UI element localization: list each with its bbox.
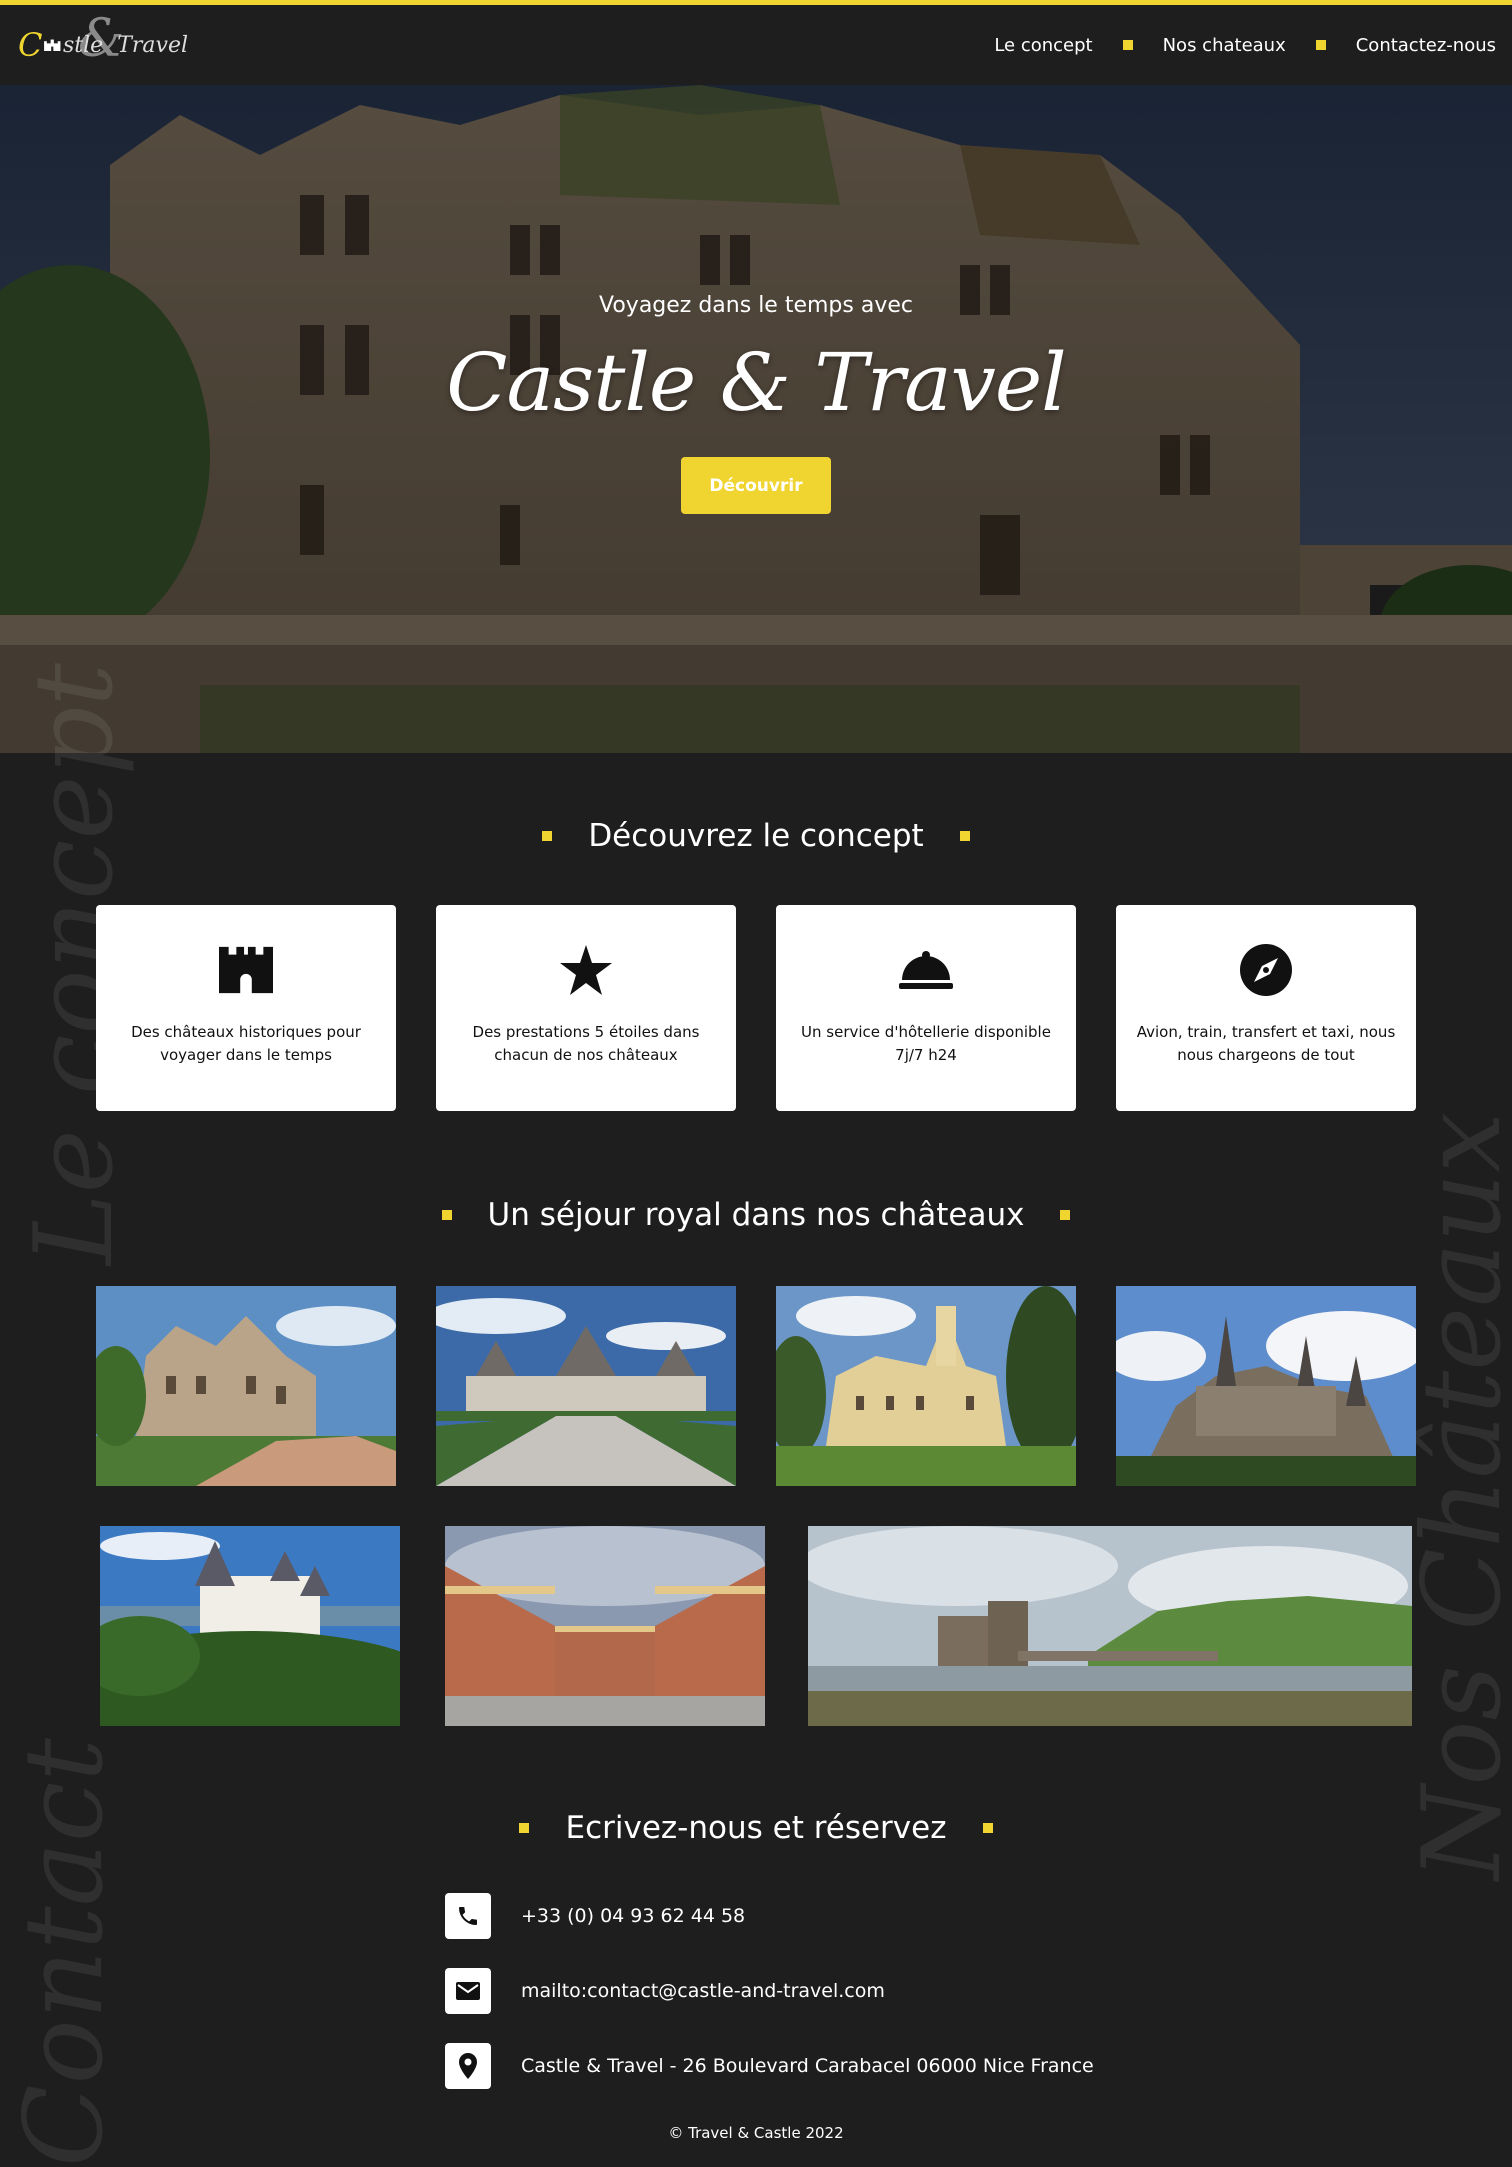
chateaux-section-title: Un séjour royal dans nos châteaux: [0, 1197, 1512, 1233]
compass-icon: [1239, 943, 1293, 997]
contact-address[interactable]: Castle & Travel - 26 Boulevard Carabacel…: [445, 2043, 1094, 2089]
concept-section-title: Découvrez le concept: [0, 818, 1512, 854]
logo-castle-icon: [44, 39, 61, 51]
concept-card-text: Des prestations 5 étoiles dans chacun de…: [472, 1023, 700, 1064]
concept-title: Découvrez le concept: [588, 818, 924, 854]
nav-link-contact[interactable]: Contactez-nous: [1356, 35, 1496, 56]
nav-link-chateaux[interactable]: Nos chateaux: [1163, 35, 1286, 56]
logo-text: stle: [63, 32, 104, 58]
castle-photo[interactable]: [1116, 1286, 1416, 1486]
title-marker: [1060, 1210, 1071, 1220]
star-icon: [559, 943, 613, 997]
site-header: C & stle Travel Le concept Nos chateaux …: [0, 0, 1512, 85]
discover-button[interactable]: Découvrir: [681, 457, 831, 514]
phone-number: +33 (0) 04 93 62 44 58: [521, 1905, 746, 1927]
watermark-contact: Contact: [2, 1738, 127, 2167]
nav-separator: [1315, 40, 1326, 50]
concept-card: Des châteaux historiques pour voyager da…: [96, 905, 396, 1111]
concept-cards: Des châteaux historiques pour voyager da…: [96, 905, 1416, 1111]
castle-photo[interactable]: [436, 1286, 736, 1486]
contact-section-title: Ecrivez-nous et réservez: [0, 1810, 1512, 1846]
title-marker: [959, 831, 970, 841]
contact-phone[interactable]: +33 (0) 04 93 62 44 58: [445, 1893, 745, 1939]
footer-copyright: © Travel & Castle 2022: [668, 2124, 844, 2142]
cloche-icon: [899, 943, 953, 997]
title-marker: [542, 831, 553, 841]
hero-content: Voyagez dans le temps avec Castle & Trav…: [0, 85, 1512, 753]
castle-icon: [219, 943, 273, 997]
title-marker: [441, 1210, 452, 1220]
concept-card-text: Avion, train, transfert et taxi, nous no…: [1136, 1023, 1396, 1064]
chateaux-title: Un séjour royal dans nos châteaux: [487, 1197, 1025, 1233]
location-pin-icon: [445, 2043, 491, 2089]
logo-text-travel: Travel: [117, 32, 188, 58]
contact-email[interactable]: mailto:contact@castle-and-travel.com: [445, 1968, 885, 2014]
mail-icon: [445, 1968, 491, 2014]
postal-address: Castle & Travel - 26 Boulevard Carabacel…: [521, 2055, 1094, 2077]
hero-title: Castle & Travel: [446, 336, 1067, 429]
concept-card: Des prestations 5 étoiles dans chacun de…: [436, 905, 736, 1111]
concept-card: Un service d'hôtellerie disponible 7j/7 …: [776, 905, 1076, 1111]
main-nav: Le concept Nos chateaux Contactez-nous: [994, 35, 1496, 56]
nav-separator: [1122, 40, 1133, 50]
castle-photo[interactable]: [445, 1526, 765, 1726]
hero: Voyagez dans le temps avec Castle & Trav…: [0, 85, 1512, 753]
title-marker: [982, 1823, 993, 1833]
hero-subtitle: Voyagez dans le temps avec: [599, 293, 913, 318]
castle-photo[interactable]: [808, 1526, 1412, 1726]
castle-photo[interactable]: [776, 1286, 1076, 1486]
title-marker: [519, 1823, 530, 1833]
email-address: mailto:contact@castle-and-travel.com: [521, 1980, 885, 2002]
concept-card-text: Des châteaux historiques pour voyager da…: [131, 1023, 361, 1064]
logo[interactable]: C & stle Travel: [18, 9, 188, 75]
castle-photo[interactable]: [100, 1526, 400, 1726]
concept-card-text: Un service d'hôtellerie disponible 7j/7 …: [801, 1023, 1051, 1064]
logo-letter: C: [18, 26, 43, 64]
castle-photo[interactable]: [96, 1286, 396, 1486]
phone-icon: [445, 1893, 491, 1939]
contact-title: Ecrivez-nous et réservez: [565, 1810, 947, 1846]
concept-card: Avion, train, transfert et taxi, nous no…: [1116, 905, 1416, 1111]
nav-link-concept[interactable]: Le concept: [994, 35, 1092, 56]
